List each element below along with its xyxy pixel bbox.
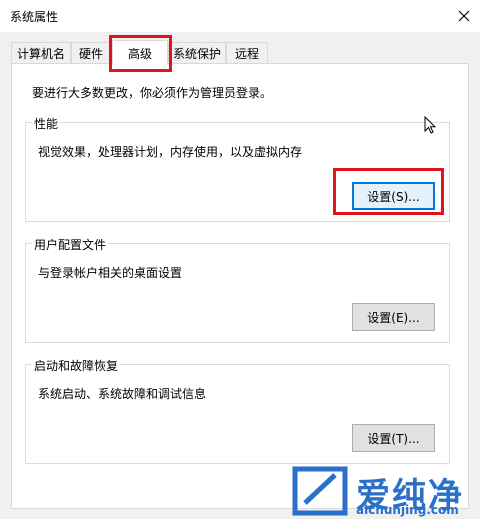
close-button[interactable] (448, 0, 480, 32)
title-bar: 系统属性 (0, 0, 480, 32)
tab-system-protection[interactable]: 系统保护 (168, 42, 226, 63)
tab-hardware[interactable]: 硬件 (71, 42, 111, 63)
admin-notice: 要进行大多数更改，你必须作为管理员登录。 (32, 86, 273, 100)
close-icon (458, 10, 470, 22)
tab-strip: 计算机名 硬件 高级 系统保护 远程 (0, 40, 480, 65)
user-profiles-settings-button[interactable]: 设置(E)... (352, 303, 435, 331)
startup-recovery-settings-button[interactable]: 设置(T)... (352, 424, 435, 452)
mouse-cursor-icon (424, 116, 437, 134)
startup-recovery-desc: 系统启动、系统故障和调试信息 (38, 387, 207, 401)
performance-settings-button[interactable]: 设置(S)... (352, 182, 435, 210)
user-profiles-desc: 与登录帐户相关的桌面设置 (38, 266, 183, 280)
tab-advanced[interactable]: 高级 (112, 40, 168, 65)
performance-title: 性能 (32, 115, 61, 132)
startup-recovery-title: 启动和故障恢复 (32, 357, 121, 374)
performance-desc: 视觉效果，处理器计划，内存使用，以及虚拟内存 (38, 145, 303, 159)
tab-computer-name[interactable]: 计算机名 (11, 42, 71, 63)
user-profiles-title: 用户配置文件 (32, 236, 109, 253)
window-title: 系统属性 (10, 10, 59, 24)
watermark-logo-icon (292, 466, 348, 516)
tab-remote[interactable]: 远程 (226, 42, 268, 63)
watermark-url: aichunjing.com (356, 503, 459, 517)
